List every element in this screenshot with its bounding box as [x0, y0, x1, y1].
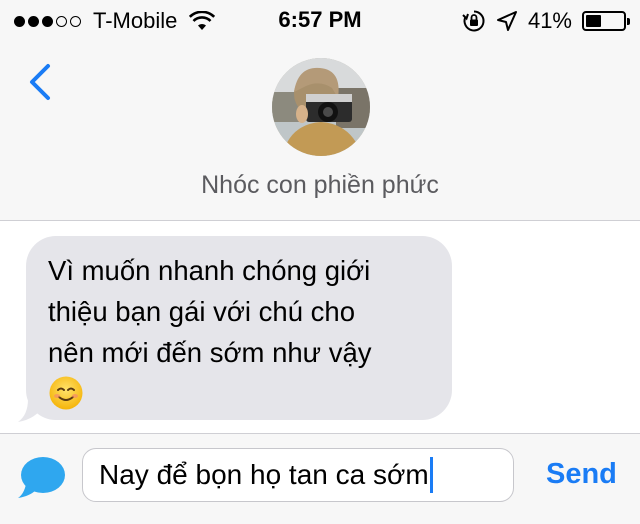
orientation-lock-icon [462, 10, 485, 32]
message-line: nên mới đến sớm như vậy [48, 337, 372, 368]
battery-percent: 41% [527, 8, 572, 33]
message-input[interactable]: Nay để bọn họ tan ca sớm [82, 448, 514, 502]
message-list: Vì muốn nhanh chóng giới thiệu bạn gái v… [0, 221, 640, 433]
status-bar: T-Mobile 6:57 PM 41% [0, 0, 640, 40]
avatar-photo [272, 58, 370, 156]
message-line: thiệu bạn gái với chú cho [48, 296, 355, 327]
contact-avatar[interactable] [272, 58, 370, 156]
smiling-face-emoji [48, 373, 432, 422]
speech-bubble-icon[interactable] [16, 454, 68, 500]
contact-name[interactable]: Nhóc con phiền phức [0, 171, 640, 200]
text-caret [429, 457, 433, 493]
message-line: Vì muốn nhanh chóng giới [48, 255, 371, 286]
battery-icon [582, 11, 630, 31]
compose-bar: Nay để bọn họ tan ca sớm Send [0, 433, 640, 524]
location-arrow-icon [496, 11, 517, 31]
status-right: 41% [462, 8, 630, 34]
incoming-message-bubble[interactable]: Vì muốn nhanh chóng giới thiệu bạn gái v… [26, 236, 452, 420]
back-button[interactable] [24, 62, 56, 102]
message-input-text: Nay để bọn họ tan ca sớm [99, 459, 429, 490]
conversation-header: Nhóc con phiền phức [0, 40, 640, 221]
battery-level [586, 15, 601, 27]
send-button[interactable]: Send [546, 458, 617, 491]
smiling-face-icon [49, 376, 83, 410]
